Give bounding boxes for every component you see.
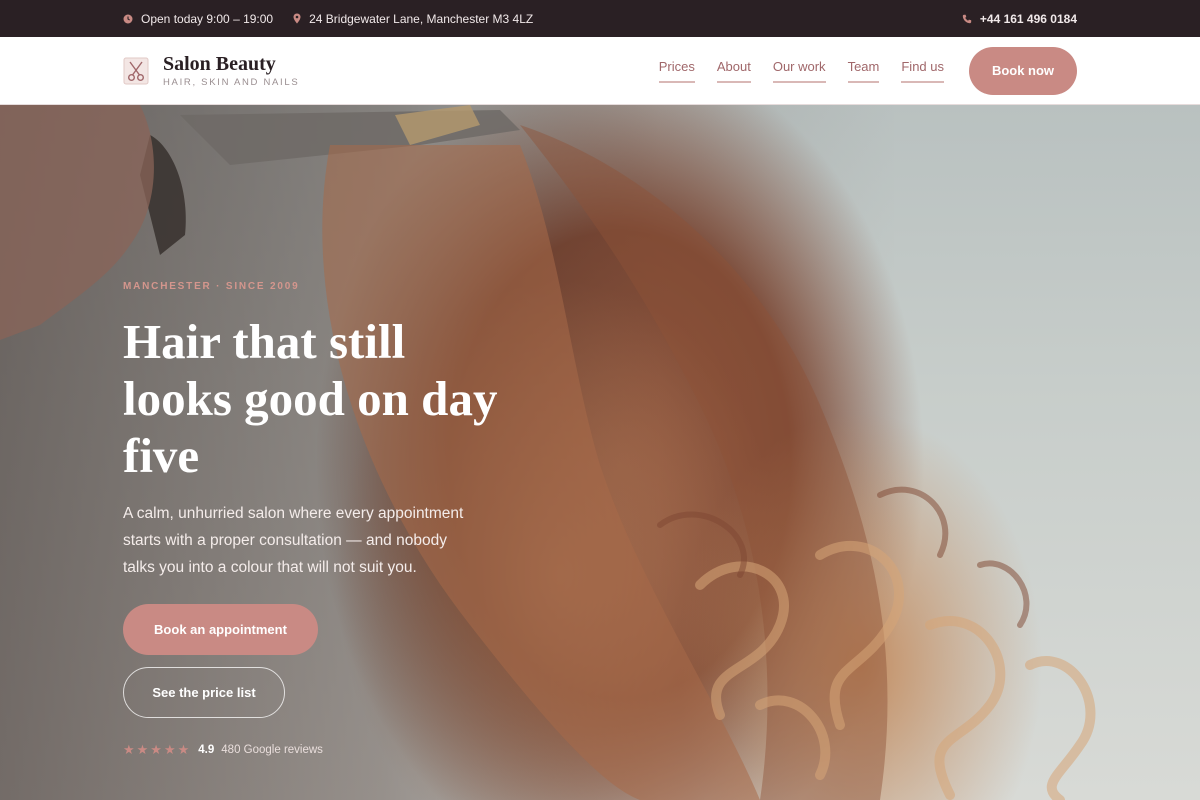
- location-pin-icon: [293, 13, 301, 24]
- brand-tagline: HAIR, SKIN AND NAILS: [163, 77, 300, 88]
- nav-link-find-us[interactable]: Find us: [901, 58, 944, 83]
- phone-link[interactable]: +44 161 496 0184: [962, 12, 1077, 26]
- rating: ★★★★★ 4.9 480 Google reviews: [123, 742, 423, 758]
- address: 24 Bridgewater Lane, Manchester M3 4LZ: [293, 12, 533, 26]
- brand-text: Salon Beauty HAIR, SKIN AND NAILS: [163, 53, 299, 88]
- hero-intro: A calm, unhurried salon where every appo…: [123, 505, 464, 576]
- book-now-button[interactable]: Book now: [969, 46, 1077, 95]
- phone-text[interactable]: +44 161 496 0184: [980, 12, 1077, 26]
- address-text: 24 Bridgewater Lane, Manchester M3 4LZ: [309, 11, 534, 26]
- nav-link-prices[interactable]: Prices: [658, 58, 695, 83]
- hero-eyebrow: MANCHESTER · SINCE 2009: [123, 281, 300, 292]
- opening-hours: Open today 9:00 – 19:00: [123, 12, 273, 26]
- scissors-icon: [123, 57, 149, 85]
- phone-icon: [962, 14, 972, 23]
- site-header: Salon Beauty HAIR, SKIN AND NAILS Prices…: [0, 37, 1200, 105]
- top-info-bar: Open today 9:00 – 19:00 24 Bridgewater L…: [0, 0, 1200, 37]
- rating-score: 4.9: [198, 744, 215, 756]
- rating-stars: ★★★★★: [123, 742, 192, 757]
- logo[interactable]: Salon Beauty HAIR, SKIN AND NAILS: [123, 53, 299, 88]
- opening-hours-text: Open today 9:00 – 19:00: [141, 11, 274, 26]
- hero-section: MANCHESTER · SINCE 2009 Hair that still …: [0, 105, 1200, 800]
- clock-icon: [123, 14, 133, 23]
- nav-link-our-work[interactable]: Our work: [772, 58, 826, 83]
- hero-headline: Hair that still looks good on day five: [123, 314, 498, 483]
- price-list-button[interactable]: See the price list: [123, 667, 285, 718]
- book-appointment-button[interactable]: Book an appointment: [123, 604, 318, 655]
- brand-name: Salon Beauty: [163, 53, 276, 75]
- nav-link-about[interactable]: About: [716, 58, 751, 83]
- main-nav: Prices About Our work Team Find us: [658, 58, 944, 83]
- nav-link-team[interactable]: Team: [847, 58, 880, 83]
- rating-reviews: 480 Google reviews: [221, 744, 323, 756]
